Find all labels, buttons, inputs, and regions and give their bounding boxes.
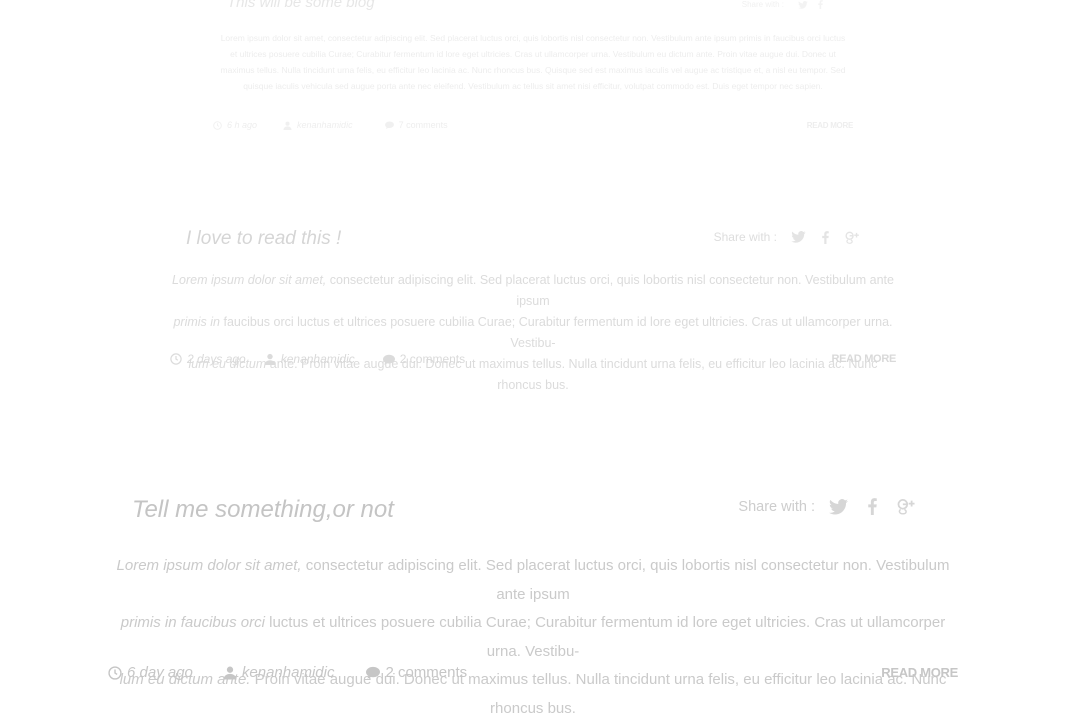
google-plus-icon[interactable] bbox=[845, 231, 860, 244]
clock-icon bbox=[108, 665, 122, 680]
share-label: Share with : bbox=[741, 0, 784, 9]
post-meta: 2 days ago kenanhamidic 2 comments READ … bbox=[170, 352, 896, 366]
post-time: 2 days ago bbox=[170, 352, 246, 366]
comments-text: 2 comments bbox=[399, 352, 466, 366]
google-plus-icon[interactable] bbox=[897, 498, 916, 515]
clock-icon bbox=[170, 353, 182, 365]
post-excerpt: Lorem ipsum dolor sit amet, consectetur … bbox=[170, 270, 896, 396]
comment-icon bbox=[382, 354, 395, 365]
comment-icon bbox=[384, 121, 394, 129]
user-icon bbox=[283, 121, 292, 130]
share-label: Share with : bbox=[713, 230, 777, 244]
facebook-icon[interactable] bbox=[818, 0, 823, 9]
post-author[interactable]: kenanhamidic bbox=[283, 120, 353, 130]
excerpt-text: Lorem ipsum dolor sit amet, bbox=[116, 557, 302, 574]
post-time: 6 day ago bbox=[108, 664, 193, 681]
clock-icon bbox=[213, 120, 222, 130]
excerpt-text: Lorem ipsum dolor sit amet, bbox=[172, 273, 327, 287]
post-author[interactable]: kenanhamidic bbox=[264, 352, 355, 366]
read-more-link[interactable]: READ MORE bbox=[807, 121, 854, 130]
blog-post: Tell me something,or not Share with : Lo… bbox=[0, 496, 1066, 717]
post-title[interactable]: I love to read this ! bbox=[186, 228, 341, 250]
excerpt-text: primis in bbox=[173, 315, 220, 329]
author-text: kenanhamidic bbox=[241, 664, 335, 681]
post-title[interactable]: This will be some blog bbox=[227, 0, 375, 11]
twitter-icon[interactable] bbox=[829, 498, 848, 515]
time-text: 6 day ago bbox=[127, 664, 193, 681]
post-time: 6 h ago bbox=[213, 120, 257, 130]
time-text: 2 days ago bbox=[187, 352, 246, 366]
excerpt-text: faucibus orci luctus et ultrices posuere… bbox=[220, 315, 893, 350]
excerpt-text: primis in faucibus orci bbox=[120, 614, 265, 631]
comments-text: 2 comments bbox=[385, 664, 468, 681]
excerpt-text: consectetur adipiscing elit. Sed placera… bbox=[301, 557, 950, 603]
post-author[interactable]: kenanhamidic bbox=[223, 664, 335, 681]
comment-icon bbox=[366, 666, 381, 679]
read-more-link[interactable]: READ MORE bbox=[881, 665, 958, 680]
author-text: kenanhamidic bbox=[280, 352, 355, 366]
post-meta: 6 day ago kenanhamidic 2 comments READ M… bbox=[108, 664, 958, 681]
share-bar: Share with : bbox=[714, 230, 860, 244]
blog-post: This will be some blog Share with : Lore… bbox=[0, 0, 1066, 134]
post-title[interactable]: Tell me something,or not bbox=[132, 496, 394, 524]
post-comments[interactable]: 7 comments bbox=[384, 120, 448, 130]
post-meta: 6 h ago kenanhamidic 7 comments READ MOR… bbox=[213, 120, 853, 130]
share-bar: Share with : bbox=[742, 0, 823, 9]
user-icon bbox=[223, 665, 237, 680]
excerpt-text: consectetur adipiscing elit. Sed placera… bbox=[326, 273, 894, 308]
twitter-icon[interactable] bbox=[791, 231, 806, 243]
twitter-icon[interactable] bbox=[798, 0, 808, 9]
user-icon bbox=[264, 353, 276, 365]
facebook-icon[interactable] bbox=[822, 230, 829, 244]
read-more-link[interactable]: READ MORE bbox=[831, 353, 896, 365]
excerpt-text: luctus et ultrices posuere cubilia Curae… bbox=[264, 614, 946, 660]
author-text: kenanhamidic bbox=[297, 120, 353, 130]
facebook-icon[interactable] bbox=[868, 498, 877, 515]
post-comments[interactable]: 2 comments bbox=[366, 664, 467, 681]
time-text: 6 h ago bbox=[227, 120, 258, 130]
comments-text: 7 comments bbox=[398, 120, 448, 130]
blog-post: I love to read this ! Share with : Lorem… bbox=[0, 228, 1066, 392]
post-excerpt: Lorem ipsum dolor sit amet, consectetur … bbox=[108, 552, 958, 723]
share-label: Share with : bbox=[738, 498, 815, 515]
share-bar: Share with : bbox=[738, 498, 916, 515]
post-comments[interactable]: 2 comments bbox=[382, 352, 466, 366]
post-excerpt: Lorem ipsum dolor sit amet, consectetur … bbox=[213, 30, 853, 94]
